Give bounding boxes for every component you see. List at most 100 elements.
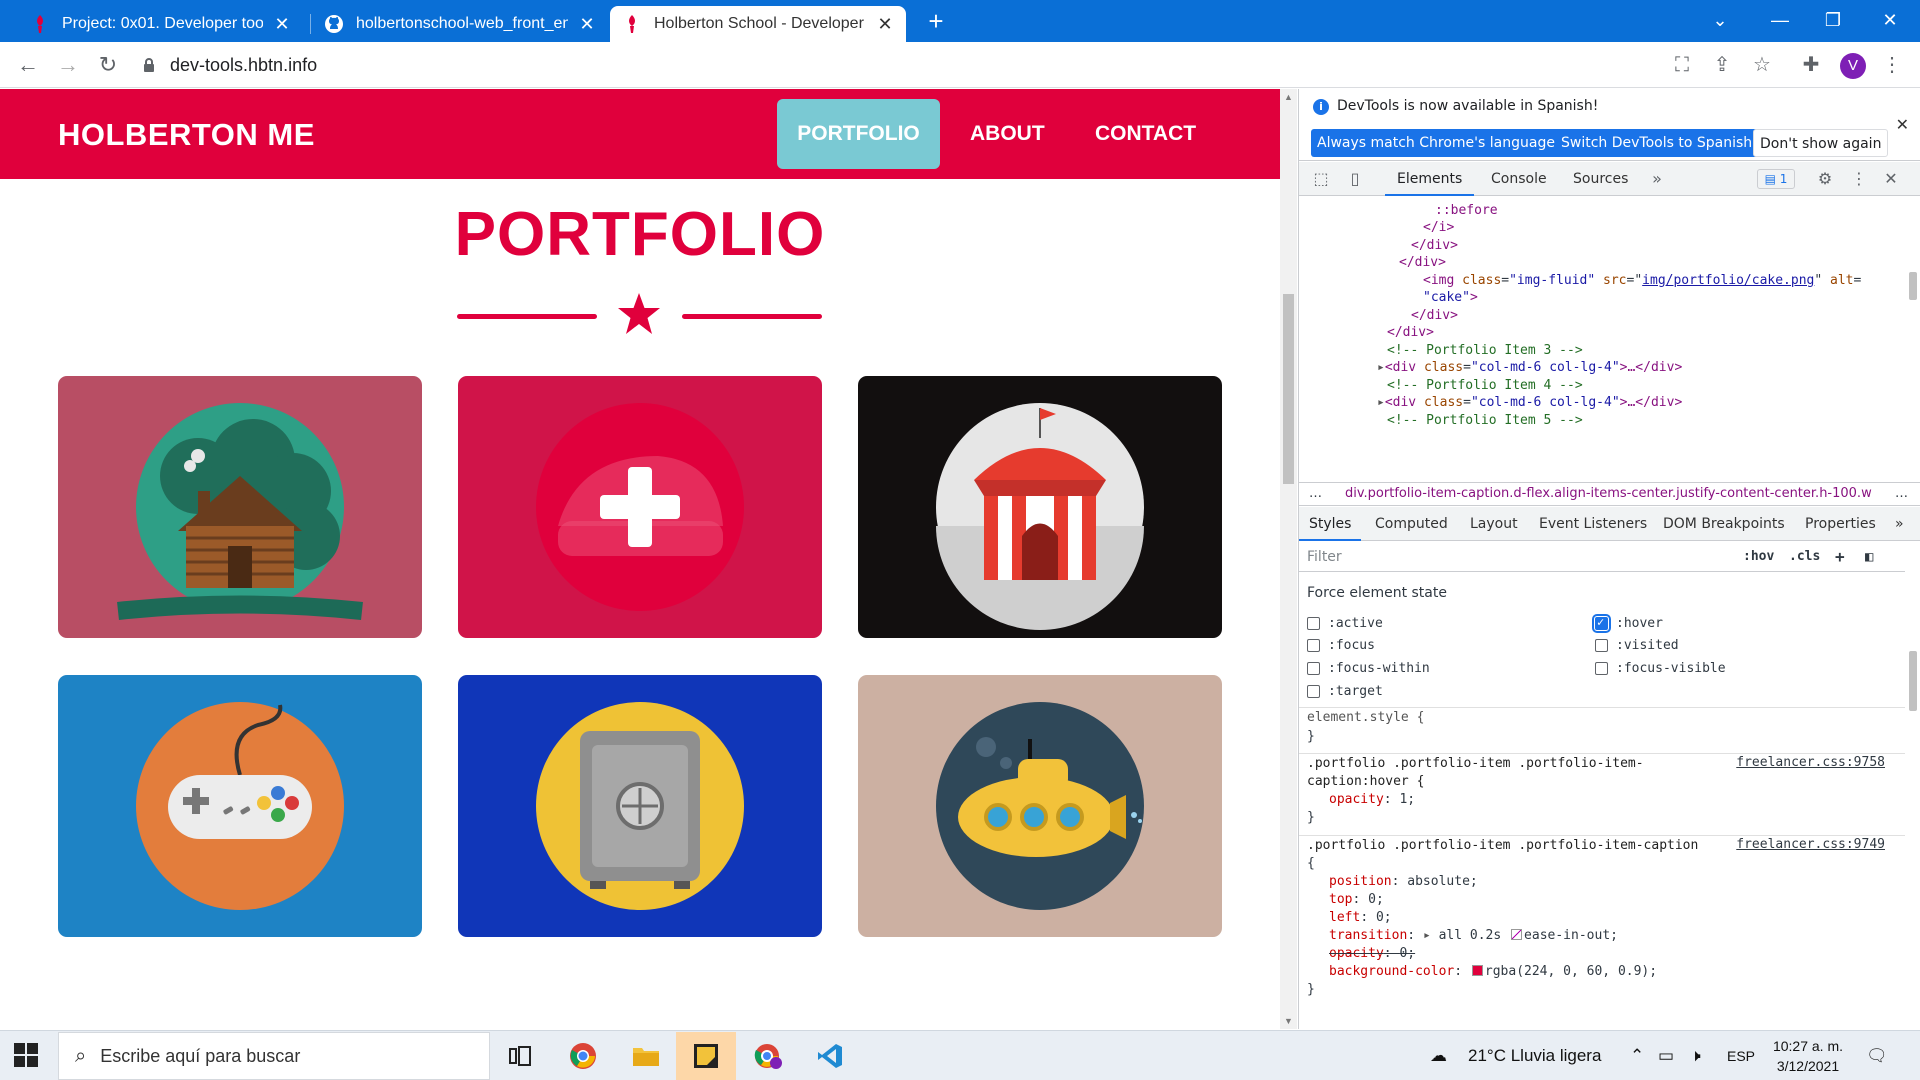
- volume-mute-icon[interactable]: 🕨: [1690, 1031, 1701, 1080]
- back-button[interactable]: ←: [14, 51, 42, 79]
- breadcrumb-more-icon[interactable]: …: [1309, 483, 1322, 505]
- maximize-button[interactable]: ❐: [1813, 6, 1853, 34]
- nav-about[interactable]: ABOUT: [950, 99, 1065, 169]
- rule1-source-link[interactable]: freelancer.css:9758: [1736, 755, 1885, 770]
- styles-scrollbar[interactable]: [1905, 541, 1920, 1029]
- dom-comment[interactable]: <!-- Portfolio Item 4 -->: [1387, 377, 1583, 395]
- tab-layout[interactable]: Layout: [1470, 507, 1518, 541]
- tab-elements[interactable]: Elements: [1385, 162, 1475, 196]
- checkbox-checked[interactable]: [1592, 613, 1611, 633]
- minimize-button[interactable]: —: [1760, 6, 1800, 34]
- styles-filter-input[interactable]: Filter: [1305, 546, 1709, 568]
- sticky-notes-icon[interactable]: [676, 1032, 736, 1080]
- hov-toggle[interactable]: :hov: [1743, 546, 1774, 568]
- bookmark-star-icon[interactable]: ☆: [1748, 51, 1776, 79]
- nav-contact[interactable]: CONTACT: [1075, 99, 1216, 169]
- page-scrollbar[interactable]: ▲ ▼: [1280, 89, 1297, 1029]
- rule2-source-link[interactable]: freelancer.css:9749: [1736, 837, 1885, 852]
- tab-project[interactable]: Project: 0x01. Developer tools | H ✕: [18, 6, 303, 42]
- scrollbar-thumb[interactable]: [1909, 272, 1917, 300]
- breadcrumb-more-icon[interactable]: …: [1895, 483, 1908, 505]
- dom-tree-scrollbar[interactable]: [1905, 197, 1920, 482]
- rule2-selector[interactable]: .portfolio .portfolio-item .portfolio-it…: [1307, 837, 1698, 854]
- inspect-element-icon[interactable]: ⬚: [1311, 169, 1331, 189]
- scroll-up-arrow[interactable]: ▲: [1283, 92, 1294, 102]
- task-view-icon[interactable]: [490, 1032, 550, 1080]
- checkbox[interactable]: [1595, 661, 1608, 675]
- rule2-prop-background-color[interactable]: background-color: rgba(224, 0, 60, 0.9);: [1329, 963, 1657, 980]
- new-style-rule-icon[interactable]: +: [1835, 546, 1845, 568]
- close-icon[interactable]: ✕: [578, 14, 596, 35]
- checkbox[interactable]: [1307, 684, 1320, 698]
- windows-start-icon[interactable]: [14, 1043, 38, 1067]
- tab-github[interactable]: holbertonschool-web_front_end/ ✕: [312, 6, 608, 42]
- tab-properties[interactable]: Properties: [1805, 507, 1876, 541]
- dom-comment[interactable]: <!-- Portfolio Item 3 -->: [1387, 342, 1583, 360]
- dom-node-portfolio-item[interactable]: ▸<div class="col-md-6 col-lg-4">…</div>: [1377, 394, 1682, 412]
- site-brand[interactable]: HOLBERTON ME: [58, 117, 315, 153]
- tab-dom-breakpoints[interactable]: DOM Breakpoints: [1663, 507, 1785, 541]
- tab-holberton-devtools[interactable]: Holberton School - Developer to ✕: [610, 6, 906, 42]
- cls-toggle[interactable]: .cls: [1789, 546, 1820, 568]
- weather-icon[interactable]: ☁: [1430, 1031, 1447, 1080]
- taskbar-search[interactable]: ⌕ Escribe aquí para buscar: [58, 1032, 490, 1080]
- scroll-down-arrow[interactable]: ▼: [1283, 1016, 1294, 1026]
- always-match-language-button[interactable]: Always match Chrome's language: [1311, 129, 1561, 157]
- rule1-selector[interactable]: .portfolio .portfolio-item .portfolio-it…: [1307, 755, 1644, 772]
- dom-node-close[interactable]: </div>: [1387, 324, 1434, 342]
- tray-chevron-icon[interactable]: ⌃: [1630, 1031, 1644, 1080]
- close-icon[interactable]: ✕: [273, 14, 291, 35]
- dom-node-close[interactable]: </div>: [1411, 237, 1458, 255]
- rule1-prop-opacity[interactable]: opacity: 1;: [1329, 791, 1415, 808]
- portfolio-item-cake[interactable]: [458, 376, 822, 638]
- checkbox[interactable]: [1307, 661, 1320, 675]
- checkbox[interactable]: [1307, 616, 1320, 630]
- extensions-icon[interactable]: ✚: [1797, 51, 1825, 79]
- tab-search-icon[interactable]: ⌄: [1700, 6, 1740, 34]
- dom-node-img[interactable]: <img class="img-fluid" src="img/portfoli…: [1423, 272, 1861, 290]
- dom-node-close[interactable]: </div>: [1399, 254, 1446, 272]
- dom-node-pseudo[interactable]: ::before: [1435, 202, 1498, 220]
- dom-node-close[interactable]: </div>: [1411, 307, 1458, 325]
- easing-swatch-icon[interactable]: [1511, 929, 1523, 940]
- state-target-checkbox[interactable]: :target: [1307, 681, 1383, 701]
- breadcrumb-selected-node[interactable]: div.portfolio-item-caption.d-flex.align-…: [1345, 483, 1873, 505]
- tab-event-listeners[interactable]: Event Listeners: [1539, 507, 1647, 541]
- chrome-profile-icon[interactable]: [738, 1032, 798, 1080]
- nav-portfolio[interactable]: PORTFOLIO: [777, 99, 940, 169]
- state-focus-checkbox[interactable]: :focus: [1307, 635, 1375, 655]
- dont-show-again-button[interactable]: Don't show again: [1753, 129, 1889, 157]
- close-devtools-icon[interactable]: ✕: [1881, 169, 1901, 189]
- portfolio-item-safe[interactable]: [458, 675, 822, 937]
- switch-to-spanish-button[interactable]: Switch DevTools to Spanish: [1555, 129, 1759, 157]
- device-toolbar-icon[interactable]: ▯: [1345, 169, 1365, 189]
- state-focus-within-checkbox[interactable]: :focus-within: [1307, 658, 1430, 678]
- more-tabs-icon[interactable]: »: [1647, 169, 1667, 189]
- state-active-checkbox[interactable]: :active: [1307, 613, 1383, 633]
- dom-comment[interactable]: <!-- Portfolio Item 5 -->: [1387, 412, 1583, 430]
- scrollbar-thumb[interactable]: [1909, 651, 1917, 711]
- translate-icon[interactable]: ⛶: [1668, 51, 1696, 79]
- rule2-prop-position[interactable]: position: absolute;: [1329, 873, 1478, 890]
- dom-node-close[interactable]: </i>: [1423, 219, 1454, 237]
- share-icon[interactable]: ⇪: [1708, 51, 1736, 79]
- checkbox[interactable]: [1307, 638, 1320, 652]
- portfolio-item-cabin[interactable]: [58, 376, 422, 638]
- reload-button[interactable]: ↻: [94, 51, 122, 79]
- rule2-prop-left[interactable]: left: 0;: [1329, 909, 1392, 926]
- state-hover-checkbox[interactable]: :hover: [1592, 613, 1663, 633]
- dom-node-portfolio-item[interactable]: ▸<div class="col-md-6 col-lg-4">…</div>: [1377, 359, 1682, 377]
- checkbox[interactable]: [1595, 638, 1608, 652]
- menu-kebab-icon[interactable]: ⋮: [1878, 51, 1906, 79]
- input-language[interactable]: ESP: [1727, 1031, 1755, 1080]
- state-focus-visible-checkbox[interactable]: :focus-visible: [1595, 658, 1726, 678]
- chrome-icon[interactable]: [553, 1032, 613, 1080]
- color-swatch-icon[interactable]: [1471, 965, 1483, 976]
- file-explorer-icon[interactable]: [616, 1032, 676, 1080]
- system-clock[interactable]: 10:27 a. m. 3/12/2021: [1770, 1036, 1846, 1076]
- element-style-rule[interactable]: element.style {: [1307, 709, 1424, 726]
- vscode-icon[interactable]: [800, 1032, 860, 1080]
- tab-sources[interactable]: Sources: [1573, 162, 1628, 196]
- close-icon[interactable]: ✕: [1896, 115, 1909, 134]
- rule2-prop-opacity-overridden[interactable]: opacity: 0;: [1329, 945, 1415, 962]
